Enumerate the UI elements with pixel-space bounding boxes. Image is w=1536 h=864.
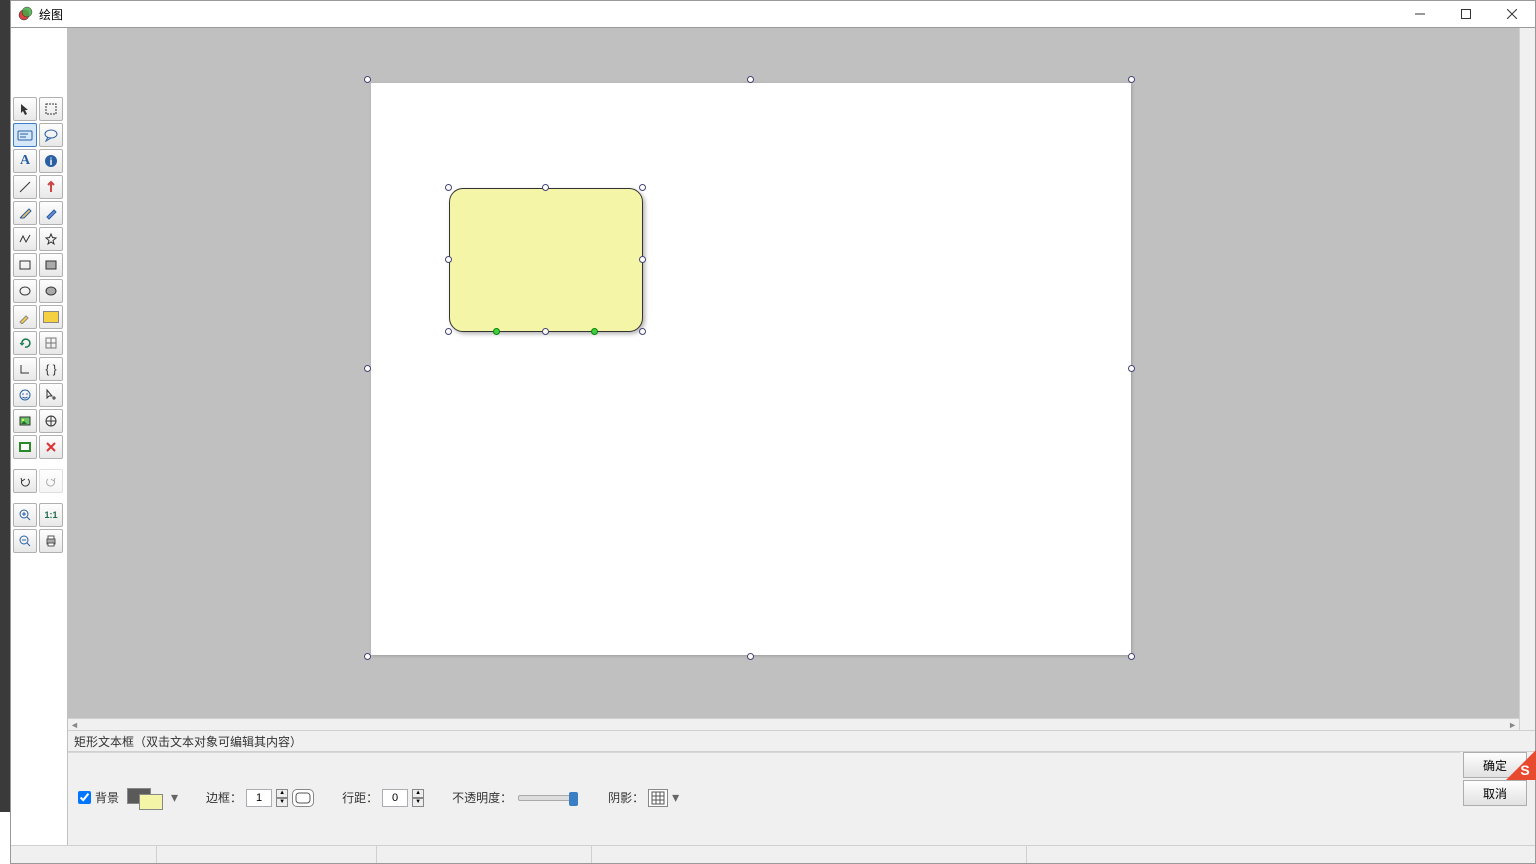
shape-handle-nw[interactable] — [445, 184, 452, 191]
page-handle-se[interactable] — [1128, 653, 1135, 660]
title-bar: 绘图 — [10, 0, 1536, 28]
opacity-label: 不透明度： — [452, 789, 512, 806]
svg-text:i: i — [50, 157, 53, 168]
undo-icon[interactable] — [13, 469, 37, 493]
rotate-icon[interactable] — [13, 331, 37, 355]
shape-handle-n[interactable] — [542, 184, 549, 191]
bg-color-2[interactable] — [139, 794, 163, 810]
rounded-rect-shape[interactable] — [449, 188, 643, 332]
corner-style[interactable] — [292, 789, 314, 807]
maximize-button[interactable] — [1443, 1, 1489, 27]
delete-icon[interactable] — [39, 435, 63, 459]
bg-more[interactable]: ▾ — [171, 789, 178, 806]
shape-handle-e[interactable] — [639, 256, 646, 263]
scrollbar-horizontal[interactable]: ◄► — [68, 718, 1519, 730]
property-bar: 背景 ▾ 边框： ▲▼ 行距： ▲▼ 不透明度： 阴影： ▾ — [68, 752, 1460, 842]
shape-handle-w[interactable] — [445, 256, 452, 263]
shadow-picker[interactable] — [648, 789, 668, 807]
border-value[interactable] — [246, 789, 272, 807]
shape-handle-ne[interactable] — [639, 184, 646, 191]
app-icon — [17, 6, 33, 22]
pencil-icon[interactable] — [13, 201, 37, 225]
highlighter-icon[interactable] — [13, 305, 37, 329]
shape-handle-s[interactable] — [542, 328, 549, 335]
cancel-button[interactable]: 取消 — [1463, 780, 1527, 806]
bottom-strip — [11, 845, 1535, 863]
arrow-up-icon[interactable] — [39, 175, 63, 199]
corner-icon[interactable] — [13, 357, 37, 381]
pointer-icon[interactable] — [13, 97, 37, 121]
fill-color-icon[interactable] — [39, 305, 63, 329]
pen-icon[interactable] — [39, 201, 63, 225]
hint-bar: 矩形文本框（双击文本对象可编辑其内容） — [68, 730, 1535, 752]
spacing-up[interactable]: ▲ — [412, 789, 424, 798]
ellipse-icon[interactable] — [13, 279, 37, 303]
shape-handle-se[interactable] — [639, 328, 646, 335]
page-handle-s[interactable] — [747, 653, 754, 660]
smiley-icon[interactable] — [13, 383, 37, 407]
shadow-label: 阴影： — [608, 789, 644, 806]
shape-connector-2[interactable] — [591, 328, 598, 335]
zoom-in-icon[interactable] — [13, 503, 37, 527]
border-up[interactable]: ▲ — [276, 789, 288, 798]
border-label: 边框： — [206, 789, 242, 806]
bg-label: 背景 — [95, 789, 119, 806]
left-app-strip — [0, 0, 10, 812]
grid-icon[interactable] — [39, 331, 63, 355]
polyline-icon[interactable] — [13, 227, 37, 251]
drawing-page[interactable] — [371, 83, 1131, 655]
cursor-plus-icon[interactable] — [39, 383, 63, 407]
info-icon[interactable]: i — [39, 149, 63, 173]
frame-color-icon[interactable] — [13, 435, 37, 459]
braces-icon[interactable]: { } — [39, 357, 63, 381]
border-down[interactable]: ▼ — [276, 798, 288, 807]
page-handle-nw[interactable] — [364, 76, 371, 83]
page-handle-e[interactable] — [1128, 365, 1135, 372]
actual-size-icon[interactable]: 1:1 — [39, 503, 63, 527]
ellipse-filled-icon[interactable] — [39, 279, 63, 303]
spacing-down[interactable]: ▼ — [412, 798, 424, 807]
rect-filled-icon[interactable] — [39, 253, 63, 277]
image-icon[interactable] — [13, 409, 37, 433]
callout-icon[interactable] — [39, 123, 63, 147]
target-icon[interactable] — [39, 409, 63, 433]
svg-text:S: S — [1520, 762, 1529, 778]
star-icon[interactable] — [39, 227, 63, 251]
ime-badge-icon: S — [1506, 750, 1536, 780]
redo-icon[interactable] — [39, 469, 63, 493]
line-icon[interactable] — [13, 175, 37, 199]
close-button[interactable] — [1489, 1, 1535, 27]
zoom-out-icon[interactable] — [13, 529, 37, 553]
opacity-slider[interactable] — [518, 795, 578, 801]
page-handle-w[interactable] — [364, 365, 371, 372]
shadow-more[interactable]: ▾ — [672, 789, 679, 806]
text-icon[interactable]: A — [13, 149, 37, 173]
print-icon[interactable] — [39, 529, 63, 553]
shape-connector-1[interactable] — [493, 328, 500, 335]
scrollbar-vertical[interactable] — [1519, 28, 1535, 730]
page-handle-ne[interactable] — [1128, 76, 1135, 83]
page-handle-sw[interactable] — [364, 653, 371, 660]
shape-handle-sw[interactable] — [445, 328, 452, 335]
rect-icon[interactable] — [13, 253, 37, 277]
page-handle-n[interactable] — [747, 76, 754, 83]
bg-checkbox[interactable] — [78, 791, 91, 804]
hint-text: 矩形文本框（双击文本对象可编辑其内容） — [74, 733, 302, 750]
window-title: 绘图 — [39, 6, 63, 23]
marquee-icon[interactable] — [39, 97, 63, 121]
minimize-button[interactable] — [1397, 1, 1443, 27]
spacing-label: 行距： — [342, 789, 378, 806]
textbox-icon[interactable] — [13, 123, 37, 147]
toolbox: A i — [11, 28, 68, 863]
spacing-value[interactable] — [382, 789, 408, 807]
canvas-area[interactable]: ◄► — [68, 28, 1535, 730]
